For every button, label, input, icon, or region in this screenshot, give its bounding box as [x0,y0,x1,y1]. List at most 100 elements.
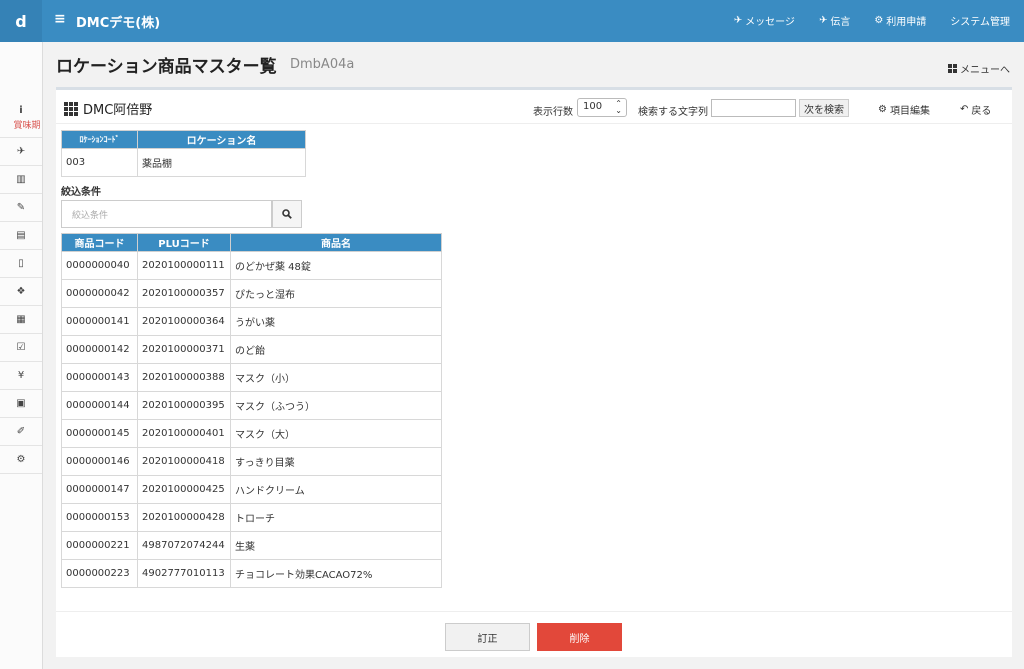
filter-search-button[interactable] [272,200,302,228]
edit-fields-link[interactable]: ⚙ 項目編集 [878,102,930,117]
product-table: 商品コード PLUコード 商品名 0000000040 2020100000111… [61,233,442,588]
rows-select[interactable]: 100 ⌃ ⌄ [577,98,627,117]
sidebar-item-edit[interactable]: ✎ [0,194,42,222]
product-name-cell: すっきり目薬 [230,447,442,476]
column-header: PLUコード [137,233,231,252]
table-row[interactable]: 0000000153 2020100000428 トローチ [61,503,442,532]
reply-icon: ↶ [960,104,969,115]
page-header: ロケーション商品マスター覧 DmbA04a メニューへ [56,52,1016,82]
find-next-button[interactable]: 次を検索 [799,99,849,117]
page-title: ロケーション商品マスター覧 [56,57,277,77]
delete-button[interactable]: 削除 [537,623,622,651]
table-row[interactable]: 0000000040 2020100000111 のどかぜ薬 48錠 [61,251,442,280]
send-icon: ✈ [16,146,26,157]
grid-icon [64,101,78,116]
file-icon: ▯ [18,258,24,269]
brand-logo[interactable]: d [0,0,42,42]
card-toolbar: DMC阿倍野 表示行数 100 ⌃ ⌄ 検索する文字列 次を検索 ⚙ 項目編集 ↶… [56,90,1012,124]
nav-system-admin[interactable]: システム管理 [950,13,1010,28]
table-row[interactable]: 0000000144 2020100000395 マスク（ふつう） [61,391,442,420]
search-input[interactable] [711,99,796,117]
info-icon: i [19,105,23,116]
column-header: ﾛｹｰｼｮﾝｺｰﾄﾞ [61,130,138,149]
sidebar-item-calendar-check[interactable]: ☑ [0,334,42,362]
top-nav: ✈ メッセージ ✈ 伝言 ⚙ 利用申請 システム管理 [734,13,1010,28]
correct-button[interactable]: 訂正 [445,623,530,651]
cubes-icon: ❖ [16,286,26,297]
product-code-cell: 0000000040 [61,251,138,280]
page-code: DmbA04a [290,57,355,72]
search-icon [282,209,292,219]
rows-select-value: 100 [583,101,603,112]
product-code-cell: 0000000147 [61,475,138,504]
table-row[interactable]: 0000000141 2020100000364 うがい薬 [61,307,442,336]
sidebar-item-send[interactable]: ✈ [0,138,42,166]
product-name-cell: ぴたっと湿布 [230,279,442,308]
sidebar-item-calendar[interactable]: ▦ [0,306,42,334]
product-code-cell: 0000000144 [61,391,138,420]
table-row[interactable]: 0000000143 2020100000388 マスク（小） [61,363,442,392]
back-link[interactable]: ↶ 戻る [960,102,991,117]
sidebar-item-chart[interactable]: ▥ [0,166,42,194]
plu-code-cell: 2020100000418 [137,447,231,476]
nav-usage-request[interactable]: ⚙ 利用申請 [874,13,926,28]
location-code: 003 [61,148,138,177]
product-code-cell: 0000000143 [61,363,138,392]
table-row[interactable]: 0000000146 2020100000418 すっきり目薬 [61,447,442,476]
product-name-cell: マスク（ふつう） [230,391,442,420]
product-name-cell: のどかぜ薬 48錠 [230,251,442,280]
sidebar-item-briefcase[interactable]: ▣ [0,390,42,418]
gear-icon: ⚙ [878,104,887,115]
store-name: DMC阿倍野 [64,99,152,118]
top-bar: d ≡ DMCデモ(株) ✈ メッセージ ✈ 伝言 ⚙ 利用申請 システム管理 [0,0,1024,42]
plu-code-cell: 4987072074244 [137,531,231,560]
table-row[interactable]: 0000000042 2020100000357 ぴたっと湿布 [61,279,442,308]
product-name-cell: うがい薬 [230,307,442,336]
plu-code-cell: 2020100000357 [137,279,231,308]
wrench-icon: ✐ [16,426,26,437]
product-code-cell: 0000000221 [61,531,138,560]
plu-code-cell: 2020100000428 [137,503,231,532]
product-name-cell: マスク（大） [230,419,442,448]
product-name-cell: マスク（小） [230,363,442,392]
plu-code-cell: 2020100000401 [137,419,231,448]
nav-messages[interactable]: ✈ メッセージ [734,13,795,28]
product-name-cell: ハンドクリーム [230,475,442,504]
product-code-cell: 0000000153 [61,503,138,532]
send-icon: ✈ [818,15,828,26]
sidebar-item-file[interactable]: ▯ [0,250,42,278]
table-row[interactable]: 0000000221 4987072074244 生薬 [61,531,442,560]
product-code-cell: 0000000223 [61,559,138,588]
plu-code-cell: 2020100000425 [137,475,231,504]
sidebar-item-expiry[interactable]: i 賞味期 [0,42,42,138]
sidebar-item-wrench[interactable]: ✐ [0,418,42,446]
gears-icon: ⚙ [16,454,26,465]
yen-icon: ¥ [17,370,25,381]
plu-code-cell: 2020100000111 [137,251,231,280]
clipboard-icon: ▤ [16,230,26,241]
calendar-icon: ▦ [16,314,26,325]
table-row[interactable]: 0000000142 2020100000371 のど飴 [61,335,442,364]
bar-chart-icon: ▥ [16,174,26,185]
sidebar-item-yen[interactable]: ¥ [0,362,42,390]
table-row[interactable]: 0000000147 2020100000425 ハンドクリーム [61,475,442,504]
product-name-cell: 生薬 [230,531,442,560]
select-arrows-icon: ⌃ ⌄ [615,99,622,115]
main-card: DMC阿倍野 表示行数 100 ⌃ ⌄ 検索する文字列 次を検索 ⚙ 項目編集 ↶… [56,87,1012,657]
plu-code-cell: 2020100000388 [137,363,231,392]
filter-input[interactable]: 絞込条件 [61,200,272,228]
table-row[interactable]: 0000000223 4902777010113 チョコレート効果CACAO72% [61,559,442,588]
location-table: ﾛｹｰｼｮﾝｺｰﾄﾞ ロケーション名 003 薬品棚 [61,130,306,177]
menu-link[interactable]: メニューへ [948,61,1010,76]
sidebar-item-cubes[interactable]: ❖ [0,278,42,306]
sidebar-item-clipboard[interactable]: ▤ [0,222,42,250]
product-name-cell: トローチ [230,503,442,532]
nav-notes[interactable]: ✈ 伝言 [819,13,850,28]
grid-icon [948,64,957,73]
table-row[interactable]: 0000000145 2020100000401 マスク（大） [61,419,442,448]
hamburger-icon[interactable]: ≡ [54,11,66,27]
search-label: 検索する文字列 [638,107,708,118]
plu-code-cell: 4902777010113 [137,559,231,588]
table-row: 003 薬品棚 [61,148,306,177]
sidebar-item-gears[interactable]: ⚙ [0,446,42,474]
